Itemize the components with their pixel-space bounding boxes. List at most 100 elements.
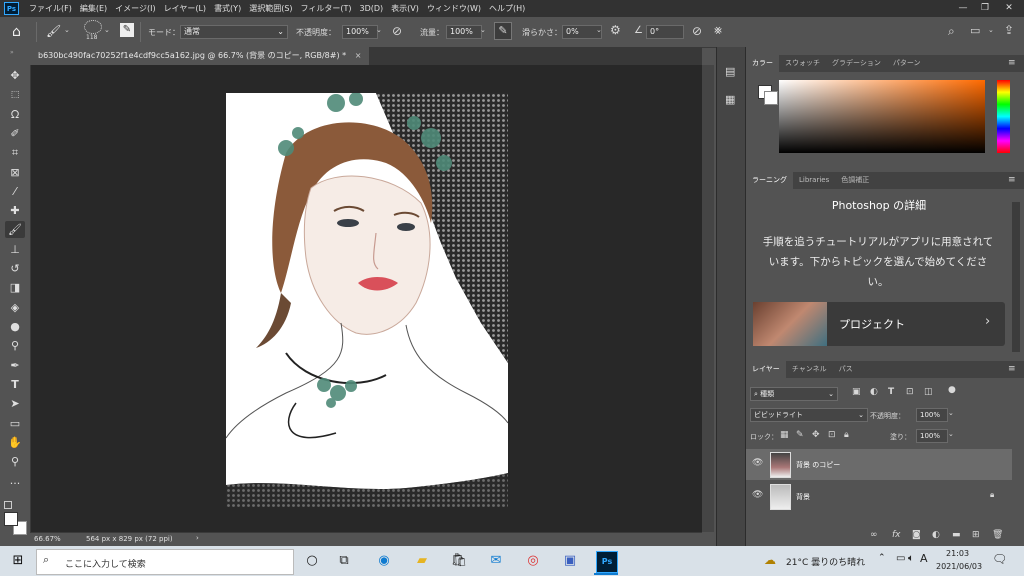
lasso-tool-icon[interactable]: ᘯ	[5, 106, 25, 123]
search-box[interactable]: ⌕ ここに入力して検索	[36, 549, 294, 575]
clock-time[interactable]: 21:03	[946, 549, 969, 558]
zoom-tool-icon[interactable]: ⚲	[5, 453, 25, 470]
blur-tool-icon[interactable]: ●	[5, 318, 25, 335]
tab-channels[interactable]: チャンネル	[786, 361, 833, 378]
smart-object-filter-icon[interactable]: ◫	[924, 387, 933, 397]
rectangle-tool-icon[interactable]: ▭	[5, 415, 25, 432]
move-tool-icon[interactable]: ✥	[5, 67, 25, 84]
tab-learn[interactable]: ラーニング	[746, 172, 793, 189]
document-image[interactable]	[226, 93, 508, 507]
chevron-right-icon[interactable]: ›	[196, 534, 199, 542]
restore-icon[interactable]: ❐	[974, 0, 996, 17]
file-explorer-icon[interactable]: ▰	[412, 551, 432, 571]
chevron-down-icon[interactable]: ⌄	[376, 26, 382, 34]
menu-image[interactable]: イメージ(I)	[111, 3, 159, 14]
weather-text[interactable]: 21°C 曇りのち晴れ	[786, 555, 865, 568]
hue-slider[interactable]	[997, 80, 1010, 153]
cortana-icon[interactable]: ○	[302, 551, 322, 571]
store-icon[interactable]: 🛍︎	[449, 551, 469, 571]
network-icon[interactable]: ▭	[896, 553, 905, 564]
tab-color[interactable]: カラー	[746, 55, 779, 72]
pen-tool-icon[interactable]: ✒	[5, 357, 25, 374]
layer-filter-select[interactable]: ⌕ 種類 ⌄	[750, 387, 838, 401]
crop-tool-icon[interactable]: ⌗	[5, 144, 25, 161]
panel-menu-icon[interactable]: ≡	[1008, 364, 1016, 374]
weather-icon[interactable]: ☁	[764, 553, 776, 567]
angle-input[interactable]: 0°	[646, 25, 684, 39]
path-select-tool-icon[interactable]: ➤	[5, 395, 25, 412]
symmetry-icon[interactable]: ⨳	[714, 23, 722, 38]
chevron-up-icon[interactable]: ⌃	[878, 553, 886, 563]
airbrush-icon[interactable]: ✎	[494, 22, 512, 40]
history-brush-tool-icon[interactable]: ↺	[5, 260, 25, 277]
chrome-icon[interactable]: ◎	[523, 551, 543, 571]
chevron-down-icon[interactable]: ⌄	[988, 26, 994, 34]
close-icon[interactable]: ✕	[998, 0, 1020, 17]
mode-select[interactable]: 通常 ⌄	[180, 25, 288, 39]
properties-panel-icon[interactable]: ▦	[725, 93, 735, 106]
menu-filter[interactable]: フィルター(T)	[297, 3, 356, 14]
dodge-tool-icon[interactable]: ⚲	[5, 337, 25, 354]
layer-row[interactable]: 👁︎ 背景 のコピー	[746, 449, 1012, 480]
menu-window[interactable]: ウィンドウ(W)	[423, 3, 485, 14]
blend-mode-select[interactable]: ビビッドライト ⌄	[750, 408, 868, 422]
notification-icon[interactable]: 🗨︎	[992, 552, 1007, 566]
clock-date[interactable]: 2021/06/03	[936, 562, 982, 571]
ime-indicator[interactable]: A	[920, 552, 928, 565]
frame-tool-icon[interactable]: ⊠	[5, 164, 25, 181]
home-icon[interactable]: ⌂	[12, 24, 21, 40]
foreground-color-swatch[interactable]	[4, 512, 18, 526]
brush-tool-icon[interactable]: 🖌	[46, 24, 61, 38]
panel-menu-icon[interactable]: ≡	[1008, 175, 1016, 185]
adjustment-layer-icon[interactable]: ◐	[932, 530, 940, 540]
zoom-level[interactable]: 66.67%	[34, 535, 61, 543]
lock-all-icon[interactable]: 🔒︎	[844, 430, 849, 440]
quick-select-tool-icon[interactable]: ✐	[5, 125, 25, 142]
default-colors-icon[interactable]	[4, 501, 12, 509]
minimize-icon[interactable]: —	[952, 0, 974, 17]
link-layers-icon[interactable]: ∞	[870, 530, 878, 540]
chevron-down-icon[interactable]: ⌄	[480, 26, 486, 34]
photoshop-logo[interactable]: Ps	[4, 2, 19, 15]
photoshop-taskbar-icon[interactable]: Ps	[596, 551, 618, 573]
stamp-tool-icon[interactable]: ⊥	[5, 241, 25, 258]
lock-artboard-icon[interactable]: ⊡	[828, 430, 836, 440]
pressure-size-icon[interactable]: ⊘	[692, 24, 702, 38]
type-tool-icon[interactable]: T	[5, 376, 25, 393]
layer-name[interactable]: 背景 のコピー	[796, 460, 840, 470]
fill-input[interactable]: 100%	[916, 429, 948, 443]
hand-tool-icon[interactable]: ✋	[5, 434, 25, 451]
tab-layers[interactable]: レイヤー	[746, 361, 786, 378]
layer-opacity-input[interactable]: 100%	[916, 408, 948, 422]
tab-patterns[interactable]: パターン	[887, 55, 927, 72]
panel-menu-icon[interactable]: ≡	[1008, 58, 1016, 68]
chevron-down-icon[interactable]: ⌄	[948, 409, 954, 417]
search-icon[interactable]: ⌕	[948, 24, 955, 39]
menu-select[interactable]: 選択範囲(S)	[245, 3, 296, 14]
menu-layer[interactable]: レイヤー(L)	[160, 3, 210, 14]
add-mask-icon[interactable]: ◙	[912, 530, 921, 540]
marquee-tool-icon[interactable]: ⬚	[5, 87, 25, 104]
more-tools-icon[interactable]: ···	[5, 475, 25, 492]
paint-bucket-tool-icon[interactable]: ◈	[5, 299, 25, 316]
tab-libraries[interactable]: Libraries	[793, 172, 835, 189]
layer-name[interactable]: 背景	[796, 492, 810, 502]
lock-transparent-icon[interactable]: ▦	[780, 430, 789, 440]
new-layer-icon[interactable]: ⊞	[972, 530, 980, 540]
menu-edit[interactable]: 編集(E)	[76, 3, 111, 14]
eraser-tool-icon[interactable]: ◨	[5, 279, 25, 296]
history-panel-icon[interactable]: ▤	[725, 65, 735, 78]
tab-gradients[interactable]: グラデーション	[826, 55, 887, 72]
tab-paths[interactable]: パス	[833, 361, 859, 378]
menu-type[interactable]: 書式(Y)	[210, 3, 245, 14]
shape-filter-icon[interactable]: ⊡	[906, 387, 914, 397]
canvas-area[interactable]	[31, 65, 702, 532]
menu-3d[interactable]: 3D(D)	[356, 4, 388, 13]
canvas-scrollbar[interactable]	[702, 65, 714, 532]
background-color-swatch[interactable]	[764, 91, 778, 105]
visibility-eye-icon[interactable]: 👁︎	[752, 490, 763, 500]
lock-pixels-icon[interactable]: ✎	[796, 430, 804, 440]
eyedropper-tool-icon[interactable]: ⁄	[5, 183, 25, 200]
pixel-filter-icon[interactable]: ▣	[852, 387, 861, 397]
healing-tool-icon[interactable]: ✚	[5, 202, 25, 219]
